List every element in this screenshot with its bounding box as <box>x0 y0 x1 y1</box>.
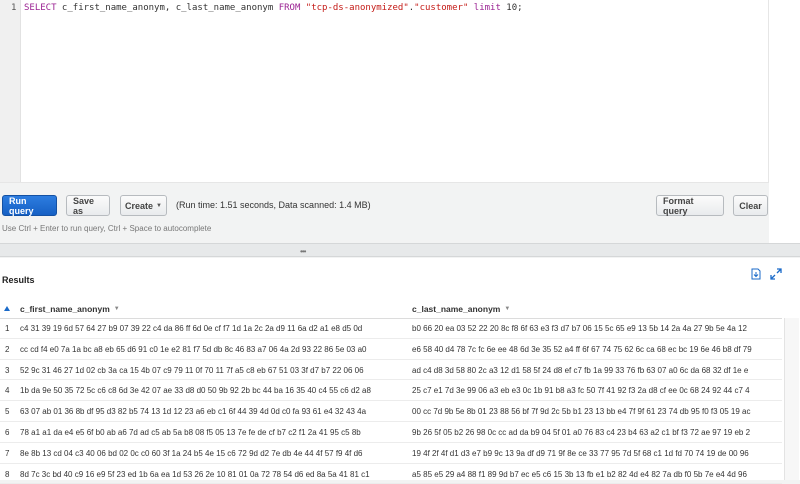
sql-database: "tcp-ds-anonymized" <box>305 3 409 13</box>
cell-last-name: 00 cc 7d 9b 5e 8b 01 23 88 56 bf 7f 9d 2… <box>412 407 751 417</box>
cell-last-name: ad c4 d8 3d 58 80 2c a3 12 d1 58 5f 24 d… <box>412 365 749 375</box>
create-button[interactable]: Create ▼ <box>120 195 167 216</box>
expand-icon[interactable] <box>770 268 782 280</box>
table-row: 5 63 07 ab 01 36 8b df 95 d3 82 b5 74 13 … <box>0 401 782 422</box>
results-table-body: 1 c4 31 39 19 6d 57 64 27 b9 07 39 22 c4 … <box>0 318 782 484</box>
sql-table: "customer" <box>414 3 469 13</box>
row-index: 3 <box>5 365 10 375</box>
table-row: 3 52 9c 31 46 27 1d 02 cb 3a ca 15 4b 07 … <box>0 360 782 381</box>
cell-last-name: a5 85 e5 29 a4 88 f1 89 9d b7 ec e5 c6 1… <box>412 469 747 479</box>
cell-first-name: 78 a1 a1 da e4 e5 6f b0 ab a6 7d ad c5 a… <box>20 427 361 437</box>
column-header-label: c_first_name_anonym <box>20 304 110 314</box>
row-index: 1 <box>5 324 10 333</box>
cell-first-name: cc cd f4 e0 7a 1a bc a8 eb 65 d6 91 c0 1… <box>20 344 367 354</box>
keyboard-hint: Use Ctrl + Enter to run query, Ctrl + Sp… <box>2 224 212 233</box>
cell-first-name: 8d 7c 3c bd 40 c9 16 e9 5f 23 ed 1b 6a e… <box>20 469 370 479</box>
sort-ascending-icon[interactable] <box>4 306 10 311</box>
editor-right-margin <box>769 0 800 245</box>
column-header-last-name[interactable]: c_last_name_anonym ▼ <box>412 304 510 314</box>
table-row: 7 8e 8b 13 cd 04 c3 40 06 bd 02 0c c0 60 … <box>0 443 782 464</box>
row-index: 5 <box>5 407 10 417</box>
sql-limit-value: 10; <box>500 3 523 13</box>
drag-handle-icon[interactable]: ••• <box>300 247 306 256</box>
chevron-down-icon[interactable]: ▼ <box>114 306 120 312</box>
pane-splitter[interactable]: ••• <box>0 243 800 257</box>
row-index: 8 <box>5 469 10 479</box>
sql-keyword-limit: limit <box>473 3 501 13</box>
cell-last-name: b0 66 20 ea 03 52 22 20 8c f8 6f 63 e3 f… <box>412 324 747 333</box>
sql-keyword-from: FROM <box>278 3 301 13</box>
create-label: Create <box>125 200 154 211</box>
chevron-down-icon: ▼ <box>156 202 162 209</box>
results-title: Results <box>2 275 35 285</box>
download-csv-icon[interactable] <box>750 268 762 280</box>
cell-last-name: e6 58 40 d4 78 7c fc 6e ee 48 6d 3e 35 5… <box>412 344 752 354</box>
table-row: 4 1b da 9e 50 35 72 5c c6 c8 6d 3e 42 07 … <box>0 380 782 402</box>
query-editor[interactable]: 1 SELECT c_first_name_anonym, c_last_nam… <box>0 0 769 183</box>
cell-last-name: 9b 26 5f 05 b2 26 98 0c cc ad da b9 04 5… <box>412 427 751 437</box>
row-index: 4 <box>5 386 10 396</box>
line-number: 1 <box>11 3 17 13</box>
chevron-down-icon[interactable]: ▼ <box>504 306 510 312</box>
table-row: 8 8d 7c 3c bd 40 c9 16 e9 5f 23 ed 1b 6a … <box>0 464 782 484</box>
cell-first-name: 8e 8b 13 cd 04 c3 40 06 bd 02 0c c0 60 3… <box>20 448 363 458</box>
table-row: 1 c4 31 39 19 6d 57 64 27 b9 07 39 22 c4 … <box>0 318 782 339</box>
cell-last-name: 19 4f 2f 4f d1 d3 e7 b9 9c 13 9a df d9 7… <box>412 448 749 458</box>
results-panel: Results c_first_name_anonym ▼ c_last_name… <box>0 258 800 484</box>
sql-keyword-select: SELECT <box>24 3 57 13</box>
row-index: 7 <box>5 448 10 458</box>
sql-columns: c_first_name_anonym, c_last_name_anonym <box>56 3 279 13</box>
format-query-button[interactable]: Format query <box>656 195 724 216</box>
cell-first-name: 52 9c 31 46 27 1d 02 cb 3a ca 15 4b 07 c… <box>20 365 364 375</box>
column-header-first-name[interactable]: c_first_name_anonym ▼ <box>20 304 120 314</box>
save-as-button[interactable]: Save as <box>66 195 110 216</box>
run-query-button[interactable]: Run query <box>2 195 57 216</box>
clear-button[interactable]: Clear <box>733 195 768 216</box>
results-scrollbar[interactable] <box>784 318 799 480</box>
run-info: (Run time: 1.51 seconds, Data scanned: 1… <box>176 200 371 210</box>
row-index: 2 <box>5 344 10 354</box>
cell-first-name: c4 31 39 19 6d 57 64 27 b9 07 39 22 c4 d… <box>20 324 363 333</box>
row-index: 6 <box>5 427 10 437</box>
line-gutter: 1 <box>0 0 21 182</box>
cell-first-name: 63 07 ab 01 36 8b df 95 d3 82 b5 74 13 1… <box>20 407 367 417</box>
sql-code-line[interactable]: SELECT c_first_name_anonym, c_last_name_… <box>24 3 523 13</box>
cell-first-name: 1b da 9e 50 35 72 5c c6 c8 6d 3e 42 07 a… <box>20 386 371 396</box>
table-row: 2 cc cd f4 e0 7a 1a bc a8 eb 65 d6 91 c0 … <box>0 339 782 360</box>
cell-last-name: 25 c7 e1 7d 3e 99 06 a3 eb e3 0c 1b 91 b… <box>412 386 750 396</box>
table-row: 6 78 a1 a1 da e4 e5 6f b0 ab a6 7d ad c5 … <box>0 422 782 443</box>
column-header-label: c_last_name_anonym <box>412 304 501 314</box>
